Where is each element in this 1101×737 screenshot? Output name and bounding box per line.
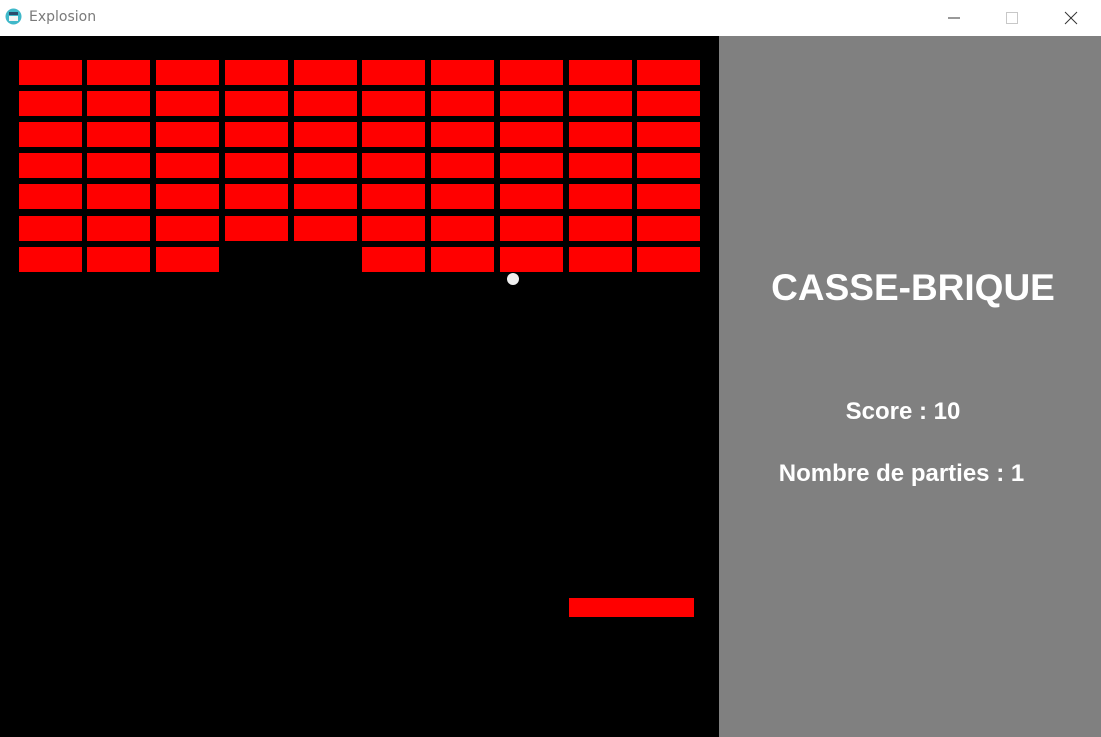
brick — [225, 153, 288, 178]
brick — [19, 91, 82, 116]
brick — [431, 60, 494, 85]
brick — [294, 60, 357, 85]
brick — [294, 153, 357, 178]
brick — [637, 91, 700, 116]
minimize-button[interactable] — [931, 0, 977, 36]
brick — [156, 184, 219, 209]
app-icon — [5, 8, 22, 25]
brick — [569, 60, 632, 85]
brick — [19, 153, 82, 178]
brick — [19, 216, 82, 241]
brick — [19, 60, 82, 85]
window-title: Explosion — [29, 9, 97, 25]
brick — [156, 247, 219, 272]
paddle[interactable] — [569, 598, 694, 617]
brick — [156, 153, 219, 178]
brick — [19, 184, 82, 209]
score-text: Score : 10 — [845, 398, 961, 425]
brick — [294, 122, 357, 147]
brick — [87, 60, 150, 85]
brick — [19, 122, 82, 147]
brick — [156, 60, 219, 85]
brick — [500, 60, 563, 85]
brick — [225, 60, 288, 85]
brick — [156, 216, 219, 241]
brick — [294, 184, 357, 209]
brick — [294, 216, 357, 241]
brick — [362, 122, 425, 147]
brick — [19, 247, 82, 272]
brick — [637, 153, 700, 178]
brick — [637, 184, 700, 209]
title-bar[interactable]: Explosion — [0, 0, 1101, 36]
brick — [87, 91, 150, 116]
brick — [225, 122, 288, 147]
game-title: CASSE-BRIQUE — [771, 267, 1055, 308]
ball — [507, 273, 519, 285]
brick — [294, 91, 357, 116]
brick — [225, 91, 288, 116]
brick — [431, 184, 494, 209]
brick — [637, 247, 700, 272]
brick — [569, 153, 632, 178]
brick — [87, 184, 150, 209]
brick — [569, 216, 632, 241]
brick — [500, 216, 563, 241]
brick — [87, 153, 150, 178]
brick — [362, 153, 425, 178]
brick — [637, 122, 700, 147]
brick — [500, 122, 563, 147]
brick — [362, 91, 425, 116]
brick — [500, 247, 563, 272]
close-icon — [1064, 11, 1078, 25]
brick — [637, 60, 700, 85]
brick — [637, 216, 700, 241]
brick — [431, 91, 494, 116]
brick — [500, 153, 563, 178]
games-count-text: Nombre de parties : 1 — [778, 460, 1025, 487]
brick — [500, 184, 563, 209]
brick — [362, 216, 425, 241]
brick — [225, 216, 288, 241]
brick — [156, 122, 219, 147]
brick — [431, 216, 494, 241]
maximize-button[interactable] — [989, 0, 1035, 36]
brick — [569, 91, 632, 116]
brick — [225, 184, 288, 209]
app-window: Explosion CASSE-BRIQUE Score : 10 Nombre… — [0, 0, 1101, 737]
brick — [362, 247, 425, 272]
brick — [87, 216, 150, 241]
maximize-icon — [1006, 12, 1018, 24]
close-button[interactable] — [1048, 0, 1094, 36]
minimize-icon — [948, 17, 960, 19]
brick — [362, 184, 425, 209]
brick — [500, 91, 563, 116]
brick — [87, 122, 150, 147]
brick — [431, 247, 494, 272]
brick — [87, 247, 150, 272]
brick — [156, 91, 219, 116]
brick — [569, 247, 632, 272]
brick — [431, 153, 494, 178]
brick — [569, 122, 632, 147]
side-panel: CASSE-BRIQUE Score : 10 Nombre de partie… — [719, 36, 1101, 737]
brick — [362, 60, 425, 85]
brick — [569, 184, 632, 209]
game-canvas[interactable] — [0, 36, 719, 737]
brick — [431, 122, 494, 147]
